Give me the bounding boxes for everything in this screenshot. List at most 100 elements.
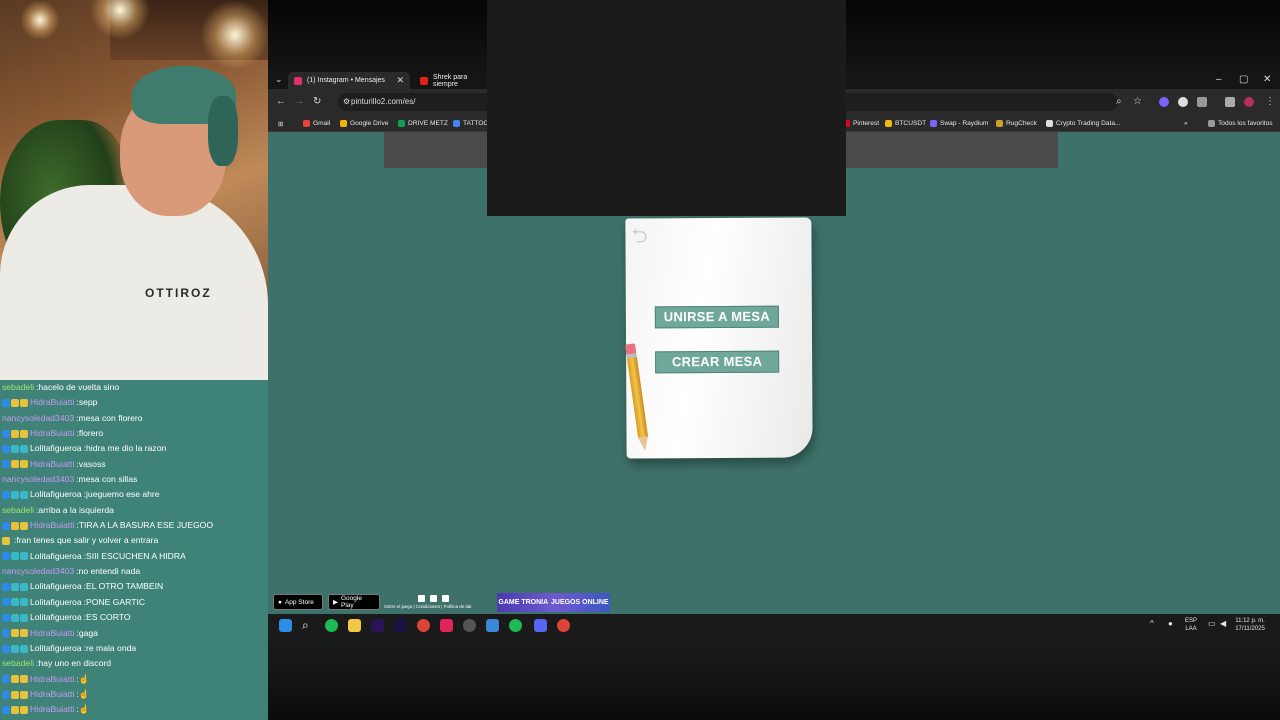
chrome-icon[interactable] [557,619,570,632]
join-table-button[interactable]: UNIRSE A MESA [654,305,779,329]
bookmark-rugcheck[interactable]: RugCheck [996,115,1037,132]
create-table-button[interactable]: CREAR MESA [655,350,780,374]
reading-list-icon[interactable] [1225,97,1235,107]
obs-icon[interactable] [463,619,476,632]
spotify-icon[interactable] [509,619,522,632]
browser-window: ⌄ (1) Instagram • Mensajes ✕ Shrek para … [268,0,1280,592]
site-info-icon[interactable]: ⚙ [343,97,350,106]
extension-icon[interactable] [1178,97,1188,107]
badge-icon [20,521,28,530]
chat-text: mesa con sillas [78,474,138,485]
tray-chevron-icon[interactable]: ^ [1150,620,1154,628]
folder-icon[interactable] [348,619,361,632]
back-arrow-icon[interactable]: ← [276,96,286,107]
chat-message: HidraBuiatti: sepp [0,395,268,410]
drive-icon [340,120,347,127]
appstore-badge[interactable]: ● App Store [273,594,323,610]
binance-icon [885,120,892,127]
badge-icon [2,460,10,469]
badge-icon [2,552,10,561]
tab-instagram[interactable]: (1) Instagram • Mensajes ✕ [288,72,410,89]
back-arrow-icon[interactable]: ⮌ [625,222,653,250]
badge-icon [11,613,19,622]
app-icon[interactable] [486,619,499,632]
chat-username[interactable]: HidraBuiatti [30,702,74,717]
network-icon[interactable]: ▭ [1208,620,1216,628]
bookmark-star-icon[interactable]: ☆ [1133,96,1142,107]
badge-icon [11,705,19,714]
extension-icon[interactable] [1159,97,1169,107]
x-icon[interactable] [442,595,449,602]
chat-username[interactable]: Lolitafigueroa [30,441,82,456]
apps-grid-icon[interactable]: ⊞ [278,115,284,132]
chat-username[interactable]: sebadeli [2,503,34,518]
language-indicator[interactable]: ESP LAA [1183,617,1199,633]
after-effects-icon[interactable] [394,619,407,632]
bookmark-btcusdt[interactable]: BTCUSDT [885,115,926,132]
chat-username[interactable]: Lolitafigueroa [30,487,82,502]
menu-dots-icon[interactable]: ⋮ [1265,96,1275,107]
footer-links[interactable]: Sobre el juego | Condiciones | Política … [384,604,471,609]
googleplay-badge[interactable]: ▶ Google Play [328,594,380,610]
chat-username[interactable]: HidraBuiatti [30,457,74,472]
chat-username[interactable]: HidraBuiatti [30,518,74,533]
bookmark-drive-metz[interactable]: DRIVE METZ [398,115,448,132]
tab-shrek[interactable]: Shrek para siempre [414,72,494,89]
social-icon[interactable] [418,595,425,602]
bookmark-crypto-trading[interactable]: Crypto Trading Data... [1046,115,1121,132]
bookmark-gmail[interactable]: Gmail [303,115,330,132]
chat-username[interactable]: HidraBuiatti [30,395,74,410]
chat-username[interactable]: Lolitafigueroa [30,579,82,594]
close-icon[interactable]: ✕ [396,75,404,86]
reload-icon[interactable]: ↻ [313,96,321,107]
volume-icon[interactable]: ◀ [1220,620,1226,628]
spotify-icon[interactable] [325,619,338,632]
chat-username[interactable]: Lolitafigueroa [30,641,82,656]
chat-username[interactable]: HidraBuiatti [30,426,74,441]
chat-username[interactable]: Lolitafigueroa [30,610,82,625]
tab-search-icon[interactable]: ⌄ [275,74,283,85]
menu-paper: ⮌ UNIRSE A MESA CREAR MESA [625,217,813,459]
chat-username[interactable]: nancysoledad3403 [2,411,74,426]
minimize-icon[interactable]: – [1216,74,1222,85]
chat-username[interactable]: sebadeli [2,656,34,671]
search-icon[interactable]: ⌕ [302,619,315,632]
profile-avatar[interactable] [1244,97,1254,107]
rugcheck-icon [996,120,1003,127]
chat-username[interactable]: nancysoledad3403 [2,472,74,487]
cam-light [20,0,60,40]
chat-username[interactable]: HidraBuiatti [30,672,74,687]
drive-icon [398,120,405,127]
chat-badges [2,460,28,469]
clock[interactable]: 11:12 p. m. 17/11/2025 [1232,617,1268,633]
chat-username[interactable]: Lolitafigueroa [30,549,82,564]
extensions-puzzle-icon[interactable] [1197,97,1207,107]
chat-username[interactable]: sebadeli [2,380,34,395]
folder-icon [1208,120,1215,127]
forward-arrow-icon[interactable]: → [294,96,304,107]
gametronia-banner[interactable]: GAME TRONIA JUEGOS ONLINE [497,593,610,612]
chat-message: nancysoledad3403: mesa con florero [0,411,268,426]
bookmark-raydium[interactable]: Swap - Raydium [930,115,988,132]
facebook-icon[interactable] [430,595,437,602]
discord-icon[interactable] [534,619,547,632]
premiere-icon[interactable] [371,619,384,632]
close-window-icon[interactable]: ✕ [1263,74,1271,85]
bookmark-google-drive[interactable]: Google Drive [340,115,388,132]
tiktok-icon[interactable] [440,619,453,632]
windows-start-icon[interactable] [279,619,292,632]
all-bookmarks-folder[interactable]: Todos los favoritos [1208,115,1273,132]
chat-username[interactable]: HidraBuiatti [30,687,74,702]
mic-icon[interactable]: ● [1168,620,1173,628]
bookmarks-overflow-icon[interactable]: » [1184,115,1188,132]
chat-message: Lolitafigueroa: PONE GARTIC [0,595,268,610]
bookmark-pinterest[interactable]: Pinterest [843,115,879,132]
chrome-icon[interactable] [417,619,430,632]
chat-username[interactable]: nancysoledad3403 [2,564,74,579]
maximize-icon[interactable]: ▢ [1239,74,1248,85]
chat-username[interactable]: Lolitafigueroa [30,595,82,610]
bookmark-tattoo[interactable]: TATTOO [453,115,489,132]
chat-text: mesa con florero [78,412,143,423]
zoom-icon[interactable]: ⌕ [1116,96,1122,107]
chat-username[interactable]: HidraBuiatti [30,626,74,641]
